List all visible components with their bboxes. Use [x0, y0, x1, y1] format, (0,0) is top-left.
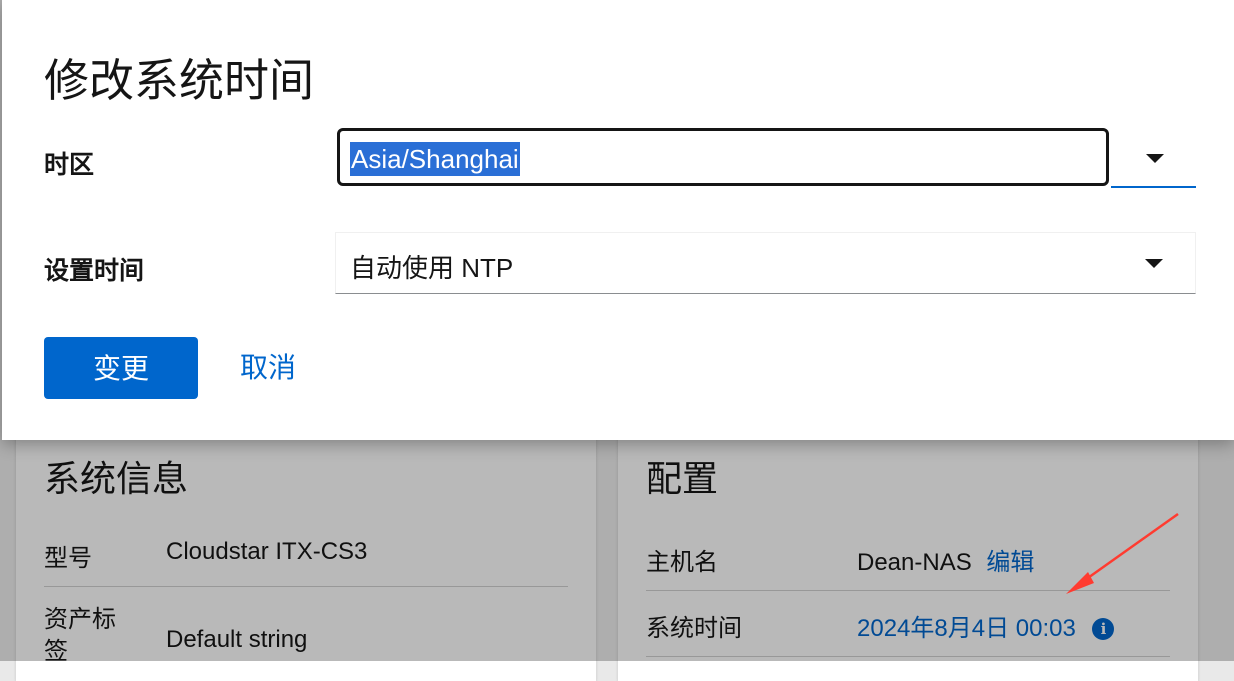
set-time-select-value: 自动使用 NTP [350, 253, 514, 283]
chevron-down-icon [1145, 259, 1163, 268]
timezone-label: 时区 [44, 151, 95, 179]
modal-title: 修改系统时间 [44, 55, 315, 106]
change-button[interactable]: 变更 [44, 337, 198, 399]
cancel-button[interactable]: 取消 [240, 337, 296, 399]
timezone-dropdown-toggle[interactable] [1111, 128, 1196, 188]
timezone-input[interactable]: Asia/Shanghai [337, 128, 1109, 186]
set-time-label: 设置时间 [44, 257, 145, 285]
timezone-input-value: Asia/Shanghai [350, 142, 520, 176]
set-time-select[interactable]: 自动使用 NTP [335, 232, 1196, 294]
chevron-down-icon [1146, 154, 1164, 163]
change-system-time-modal: 修改系统时间 时区 Asia/Shanghai 设置时间 自动使用 NTP 变更… [2, 0, 1234, 440]
